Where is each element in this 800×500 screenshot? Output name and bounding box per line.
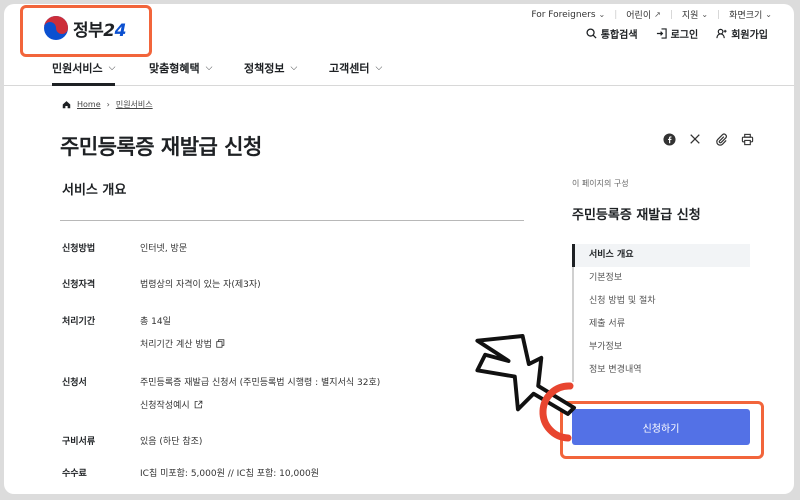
chevron-down-icon: ⌵	[205, 63, 213, 73]
gnb-policy-info[interactable]: 정책정보 ⌵	[244, 60, 297, 76]
breadcrumb-home[interactable]: Home	[77, 100, 101, 109]
chevron-down-icon: ⌄	[765, 10, 772, 19]
login-icon	[656, 28, 667, 39]
external-link-icon: ↗	[654, 10, 661, 19]
utility-support[interactable]: 지원 ⌄	[682, 8, 708, 21]
gnb-civil-service[interactable]: 민원서비스 ⌵	[52, 60, 116, 86]
login-button[interactable]: 로그인	[656, 26, 698, 41]
utility-foreigners[interactable]: For Foreigners ⌄	[531, 8, 605, 21]
search-icon	[586, 28, 597, 39]
chevron-right-icon: ›	[106, 100, 110, 109]
row-value-documents: 있음 (하단 참조)	[140, 437, 203, 447]
row-label-form: 신청서	[62, 378, 87, 388]
chevron-down-icon: ⌄	[598, 10, 606, 19]
row-label-eligibility: 신청자격	[62, 280, 96, 290]
gnb-customer-center[interactable]: 고객센터 ⌵	[329, 60, 382, 76]
gov24-logo[interactable]: 정부24	[42, 14, 126, 42]
utility-zoom[interactable]: 화면크기 ⌄	[729, 8, 772, 21]
row-label-fee: 수수료	[62, 469, 87, 479]
main-nav: 민원서비스 ⌵ 맞춤형혜택 ⌵ 정책정보 ⌵ 고객센터 ⌵	[4, 52, 794, 86]
toc-caption: 이 페이지의 구성	[572, 179, 629, 188]
row-label-method: 신청방법	[62, 244, 96, 254]
divider: |	[669, 9, 673, 20]
chevron-down-icon: ⌵	[290, 63, 298, 73]
x-twitter-icon[interactable]	[688, 132, 702, 146]
section-title: 서비스 개요	[62, 183, 127, 198]
browser-page: 정부24 For Foreigners ⌄ | 어린이 ↗ | 지원 ⌄ | 화면크기…	[4, 4, 794, 494]
period-calc-link[interactable]: 처리기간 계산 방법	[140, 337, 225, 350]
toc-item-overview[interactable]: 서비스 개요	[572, 244, 750, 267]
divider: |	[717, 9, 721, 20]
user-add-icon	[716, 28, 727, 39]
chevron-down-icon: ⌵	[375, 63, 383, 73]
signup-button[interactable]: 회원가입	[716, 26, 768, 41]
utility-nav: For Foreigners ⌄ | 어린이 ↗ | 지원 ⌄ | 화면크기 ⌄	[531, 8, 772, 22]
link-clip-icon[interactable]	[714, 132, 728, 146]
external-link-icon	[194, 400, 202, 409]
share-tools	[662, 132, 754, 146]
row-value-period: 총 14일	[140, 317, 171, 327]
chevron-down-icon: ⌄	[701, 10, 709, 19]
row-value-method: 인터넷, 방문	[140, 244, 188, 254]
breadcrumb: Home › 민원서비스	[62, 99, 153, 110]
row-value-eligibility: 법령상의 자격이 있는 자(제3자)	[140, 280, 261, 290]
row-value-form: 주민등록증 재발급 신청서 (주민등록법 시행령 : 별지서식 32호)	[140, 378, 381, 388]
section-divider	[60, 220, 524, 221]
home-icon	[62, 101, 71, 109]
logo-text: 정부24	[73, 20, 126, 41]
chevron-down-icon: ⌵	[108, 63, 116, 73]
form-example-link[interactable]: 신청작성예시	[140, 398, 203, 411]
row-label-documents: 구비서류	[62, 437, 96, 447]
toc-item-basic[interactable]: 기본정보	[574, 267, 750, 290]
toc-item-history[interactable]: 정보 변경내역	[574, 359, 750, 382]
toc-title: 주민등록증 재발급 신청	[572, 208, 701, 223]
toc-list: 서비스 개요 기본정보 신청 방법 및 절차 제출 서류 부가정보 정보 변경내…	[572, 244, 750, 382]
utility-kids[interactable]: 어린이 ↗	[626, 8, 661, 21]
page-title: 주민등록증 재발급 신청	[60, 135, 262, 159]
toc-item-procedure[interactable]: 신청 방법 및 절차	[574, 290, 750, 313]
toc-item-documents[interactable]: 제출 서류	[574, 313, 750, 336]
row-label-period: 처리기간	[62, 317, 96, 327]
search-button[interactable]: 통합검색	[586, 26, 638, 41]
facebook-icon[interactable]	[662, 132, 676, 146]
apply-button[interactable]: 신청하기	[572, 409, 750, 445]
gnb-custom-benefit[interactable]: 맞춤형혜택 ⌵	[149, 60, 212, 76]
divider: |	[614, 9, 618, 20]
row-value-fee: IC칩 미포함: 5,000원 // IC칩 포함: 10,000원	[140, 469, 319, 479]
taegeuk-icon	[44, 16, 68, 40]
account-nav: 통합검색 로그인 회원가입	[586, 26, 768, 41]
copy-icon	[216, 339, 225, 348]
breadcrumb-current[interactable]: 민원서비스	[116, 99, 153, 110]
print-icon[interactable]	[740, 132, 754, 146]
toc-item-extra[interactable]: 부가정보	[574, 336, 750, 359]
